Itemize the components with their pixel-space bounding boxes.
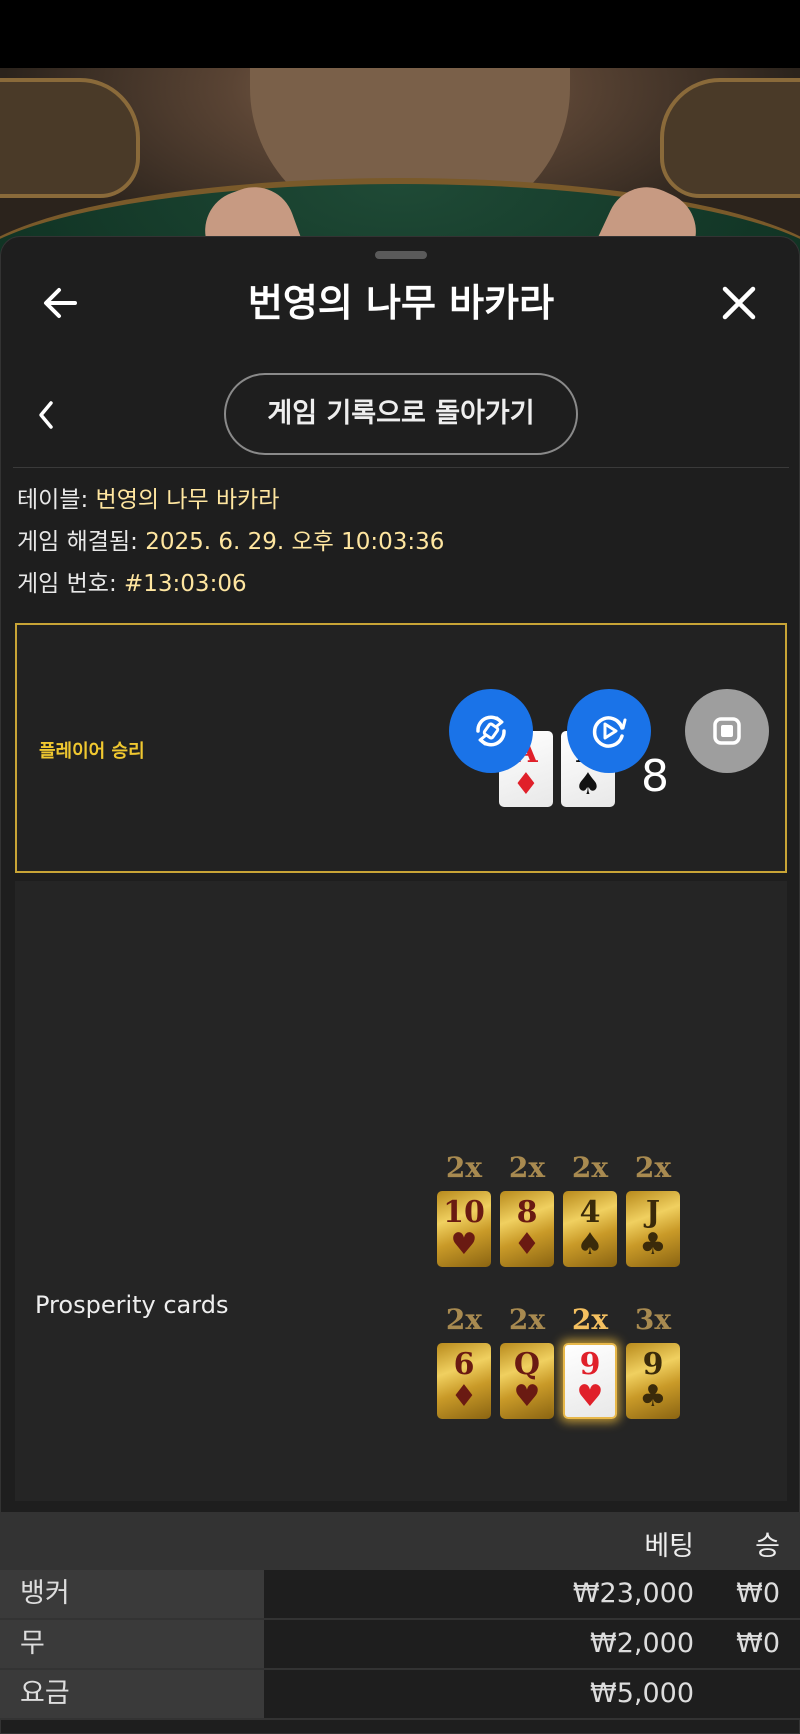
card-suit: ♦ xyxy=(450,1379,478,1414)
card-suit: ♥ xyxy=(576,1379,604,1414)
prosperity-card: Q ♥ xyxy=(500,1343,554,1419)
bets-table: 베팅 승 뱅커 ₩23,000 ₩0 무 ₩2,000 ₩0 요금 ₩5,000 xyxy=(0,1512,800,1720)
chair-left xyxy=(0,78,140,198)
win-amount: ₩0 xyxy=(736,1628,780,1659)
bet-amount: ₩2,000 xyxy=(590,1628,694,1659)
info-game-no-value: #13:03:06 xyxy=(124,571,247,597)
multiplier: 2x xyxy=(445,1303,483,1336)
multiplier: 2x xyxy=(508,1303,546,1336)
row-background xyxy=(264,1570,800,1618)
prosperity-card: 4 ♠ xyxy=(563,1191,617,1267)
multiplier: 2x xyxy=(445,1151,483,1184)
info-table-value: 번영의 나무 바카라 xyxy=(95,487,280,513)
column-win: 승 xyxy=(755,1531,780,1562)
card-rank: 4 xyxy=(579,1195,601,1230)
chair-right xyxy=(660,78,800,198)
card-suit: ♣ xyxy=(639,1379,667,1414)
card-rank: J xyxy=(645,1195,661,1230)
prosperity-card: J ♣ xyxy=(626,1191,680,1267)
prosperity-cards-label: Prosperity cards xyxy=(35,1291,229,1319)
bets-table-header: 베팅 승 xyxy=(0,1512,800,1570)
page-title: 번영의 나무 바카라 xyxy=(247,281,555,325)
replay-icon[interactable] xyxy=(567,689,651,773)
info-resolved-label: 게임 해결됨: xyxy=(17,529,138,555)
card-suit: ♣ xyxy=(639,1227,667,1262)
multiplier: 2x xyxy=(508,1151,546,1184)
game-history-sheet: 번영의 나무 바카라 게임 기록으로 돌아가기 테이블: 번영의 나무 바카라 … xyxy=(0,236,800,1734)
card-rank: 8 xyxy=(516,1195,538,1230)
chevron-left-icon[interactable] xyxy=(31,397,61,433)
card-suit: ♦ xyxy=(513,1227,541,1262)
bet-amount: ₩5,000 xyxy=(590,1678,694,1709)
card-suit: ♠ xyxy=(576,1227,604,1262)
card-suit: ♥ xyxy=(450,1227,478,1262)
multiplier: 2x xyxy=(634,1151,672,1184)
bet-name: 무 xyxy=(0,1620,264,1668)
close-icon[interactable] xyxy=(717,281,761,325)
info-resolved-value: 2025. 6. 29. 오후 10:03:36 xyxy=(145,529,445,555)
prosperity-card: 8 ♦ xyxy=(500,1191,554,1267)
prosperity-card: 9 ♣ xyxy=(626,1343,680,1419)
bet-amount: ₩23,000 xyxy=(572,1578,694,1609)
info-game-no-label: 게임 번호: xyxy=(17,571,117,597)
player-score: 8 xyxy=(641,751,669,802)
multiplier: 2x xyxy=(571,1151,609,1184)
multiplier: 3x xyxy=(634,1303,672,1336)
multiplier: 2x xyxy=(571,1303,609,1336)
table-row: 뱅커 ₩23,000 ₩0 xyxy=(0,1570,800,1620)
prosperity-card: 6 ♦ xyxy=(437,1343,491,1419)
table-row: 무 ₩2,000 ₩0 xyxy=(0,1620,800,1670)
cards-panel: 2x 2x 2x 2x 10 ♥ 8 ♦ 4 ♠ J ♣ Prosperity … xyxy=(15,881,787,1667)
info-table-label: 테이블: xyxy=(17,487,89,513)
stop-icon[interactable] xyxy=(685,689,769,773)
card-rank: 10 xyxy=(443,1195,485,1230)
card-suit: ♠ xyxy=(574,767,602,802)
prosperity-card-highlighted: 9 ♥ xyxy=(563,1343,617,1419)
win-amount: ₩0 xyxy=(736,1578,780,1609)
divider xyxy=(13,467,789,468)
column-bet: 베팅 xyxy=(644,1531,694,1562)
row-background xyxy=(264,1670,800,1718)
drag-handle[interactable] xyxy=(375,251,427,259)
card-rank: 6 xyxy=(453,1347,475,1382)
card-rank: Q xyxy=(513,1347,541,1382)
back-arrow-icon[interactable] xyxy=(39,281,83,325)
card-suit: ♦ xyxy=(512,767,540,802)
bet-name: 요금 xyxy=(0,1670,264,1718)
back-to-history-button[interactable]: 게임 기록으로 돌아가기 xyxy=(224,373,578,455)
table-row: 요금 ₩5,000 xyxy=(0,1670,800,1720)
result-label: 플레이어 승리 xyxy=(39,741,145,762)
info-game-no: 게임 번호: #13:03:06 xyxy=(17,567,247,601)
result-box: 플레이어 승리 A ♦ A ♠ 8 xyxy=(15,623,787,873)
status-bar xyxy=(0,0,800,68)
row-background xyxy=(264,1620,800,1668)
card-rank: 9 xyxy=(579,1347,601,1382)
bet-name: 뱅커 xyxy=(0,1570,264,1618)
card-suit: ♥ xyxy=(513,1379,541,1414)
prosperity-card: 10 ♥ xyxy=(437,1191,491,1267)
info-resolved: 게임 해결됨: 2025. 6. 29. 오후 10:03:36 xyxy=(17,525,444,559)
card-rank: 9 xyxy=(642,1347,664,1382)
info-table: 테이블: 번영의 나무 바카라 xyxy=(17,483,279,517)
rotate-icon[interactable] xyxy=(449,689,533,773)
